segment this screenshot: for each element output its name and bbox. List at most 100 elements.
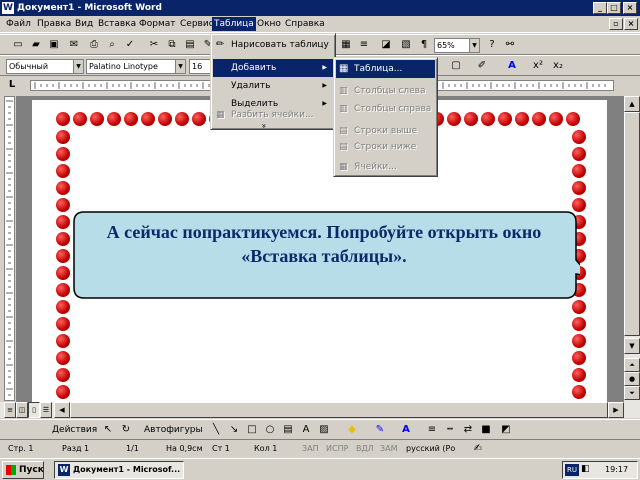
textbox-icon[interactable]: ▤	[280, 422, 296, 438]
outline-view-icon[interactable]: ☰	[40, 402, 52, 418]
arrow-icon[interactable]: ↘	[226, 422, 242, 438]
next-page-icon[interactable]: ⏷	[624, 386, 640, 400]
doc-restore-button[interactable]: ▫	[609, 18, 623, 30]
menu-edit[interactable]: Правка	[37, 18, 71, 30]
email-icon[interactable]: ✉	[66, 37, 82, 53]
font-color-icon[interactable]: A	[504, 58, 520, 74]
status-trk[interactable]: ИСПР	[326, 443, 348, 455]
print-layout-icon[interactable]: ▯	[28, 402, 40, 418]
3d-icon[interactable]: ◩	[498, 422, 514, 438]
tab-selector-icon[interactable]: L	[4, 77, 20, 93]
line-icon[interactable]: ╲	[208, 422, 224, 438]
close-button[interactable]: ×	[623, 2, 637, 14]
draw-actions-menu[interactable]: Действия	[52, 425, 97, 435]
excel-table-icon[interactable]: ▦	[338, 37, 354, 53]
font-combo[interactable]: Palatino Linotype ▼	[86, 59, 186, 74]
scroll-up-icon[interactable]: ▲	[624, 96, 640, 112]
arrow-style-icon[interactable]: ⇄	[460, 422, 476, 438]
menu-file[interactable]: Файл	[6, 18, 31, 30]
menu-view[interactable]: Вид	[75, 18, 93, 30]
spelling-status-icon[interactable]: ✍	[470, 441, 486, 457]
submenu-item-cols-right[interactable]: ▥ Столбцы справа	[336, 100, 435, 118]
highlight-icon[interactable]: ✐	[474, 58, 490, 74]
taskbar-word-button[interactable]: W Документ1 - Microsof...	[54, 461, 184, 479]
rectangle-icon[interactable]: □	[244, 422, 260, 438]
document-map-icon[interactable]: ▧	[398, 37, 414, 53]
cols-right-label: Столбцы справа	[354, 104, 432, 114]
shadow-icon[interactable]: ■	[478, 422, 494, 438]
submenu-item-cols-left[interactable]: ▥ Столбцы слева	[336, 82, 435, 100]
wordart-icon[interactable]: A	[298, 422, 314, 438]
horizontal-scroll-thumb[interactable]	[70, 402, 608, 418]
submenu-item-cells[interactable]: ▦ Ячейки...	[336, 158, 435, 176]
expand-menu-chevron-icon[interactable]: »	[259, 124, 268, 129]
print-preview-icon[interactable]: ⌕	[104, 37, 120, 53]
menu-window[interactable]: Окно	[257, 18, 281, 30]
scroll-thumb[interactable]	[624, 112, 640, 336]
minimize-button[interactable]: _	[593, 2, 607, 14]
font-color-draw-icon[interactable]: A	[398, 422, 414, 438]
free-rotate-icon[interactable]: ↻	[118, 422, 134, 438]
copy-icon[interactable]: ⧉	[164, 37, 180, 53]
document-page[interactable]: А сейчас попрактикуемся. Попробуйте откр…	[32, 100, 607, 402]
spelling-icon[interactable]: ✓	[122, 37, 138, 53]
word-app-icon[interactable]: W	[2, 2, 14, 14]
superscript-icon[interactable]: x²	[530, 58, 546, 74]
delete-label: Удалить	[231, 81, 271, 91]
start-button[interactable]: Пуск	[2, 461, 44, 479]
menu-item-delete[interactable]: Удалить ▶	[213, 77, 333, 95]
drawing-icon[interactable]: ◪	[378, 37, 394, 53]
vertical-scrollbar[interactable]: ▲ ▼ ⏶ ● ⏷	[624, 96, 640, 402]
help-icon[interactable]: ?	[484, 37, 500, 53]
doc-close-button[interactable]: ×	[624, 18, 638, 30]
borders-icon[interactable]: ▢	[448, 58, 464, 74]
line-color-icon[interactable]: ✎	[372, 422, 388, 438]
menu-insert[interactable]: Вставка	[98, 18, 136, 30]
print-icon[interactable]: ⎙	[86, 37, 102, 53]
maximize-button[interactable]: □	[607, 2, 621, 14]
columns-icon[interactable]: ≡	[356, 37, 372, 53]
menu-table[interactable]: Таблица	[212, 17, 256, 31]
line-style-icon[interactable]: ≡	[424, 422, 440, 438]
menu-tools[interactable]: Сервис	[180, 18, 214, 30]
menu-item-add[interactable]: Добавить ▶	[213, 59, 333, 77]
submenu-item-rows-below[interactable]: ▤ Строки ниже	[336, 138, 435, 156]
select-objects-icon[interactable]: ↖	[100, 422, 116, 438]
pencil-icon: ✏	[216, 39, 225, 50]
submenu-item-table[interactable]: ▦ Таблица...	[336, 60, 435, 78]
rows-below-label: Строки ниже	[354, 142, 417, 152]
subscript-icon[interactable]: x₂	[550, 58, 566, 74]
fill-color-icon[interactable]: ◆	[344, 422, 360, 438]
autoshapes-menu[interactable]: Автофигуры	[144, 425, 203, 435]
cut-icon[interactable]: ✂	[146, 37, 162, 53]
dash-style-icon[interactable]: ┅	[442, 422, 458, 438]
status-rec[interactable]: ЗАП	[302, 443, 319, 455]
paste-icon[interactable]: ▤	[182, 37, 198, 53]
zoom-combo[interactable]: 65% ▼	[434, 38, 480, 53]
style-combo[interactable]: Обычный ▼	[6, 59, 84, 74]
normal-view-icon[interactable]: ≡	[4, 402, 16, 418]
scroll-right-icon[interactable]: ▶	[608, 402, 624, 418]
clipart-icon[interactable]: ▨	[316, 422, 332, 438]
vertical-ruler[interactable]	[4, 96, 15, 401]
scroll-left-icon[interactable]: ◀	[54, 402, 70, 418]
oval-icon[interactable]: ○	[262, 422, 278, 438]
scroll-down-icon[interactable]: ▼	[624, 338, 640, 354]
menu-item-split-cells[interactable]: ▦ Разбить ячейки...	[213, 106, 333, 124]
status-ext[interactable]: ВДЛ	[356, 443, 374, 455]
browse-object-icon[interactable]: ●	[624, 372, 640, 386]
status-ovr[interactable]: ЗАМ	[380, 443, 398, 455]
menu-help[interactable]: Справка	[285, 18, 325, 30]
status-at: На 0,9см	[166, 444, 203, 453]
menu-item-draw-table[interactable]: ✏ Нарисовать таблицу	[213, 36, 333, 54]
show-formatting-icon[interactable]: ¶	[416, 37, 432, 53]
binoculars-icon[interactable]: ⚯	[502, 37, 518, 53]
menu-format[interactable]: Формат	[139, 18, 176, 30]
tray-app-icon[interactable]: ◧	[581, 464, 590, 474]
new-document-icon[interactable]: ▭	[10, 37, 26, 53]
save-icon[interactable]: ▣	[46, 37, 62, 53]
language-indicator[interactable]: RU	[565, 464, 579, 476]
web-view-icon[interactable]: ◫	[16, 402, 28, 418]
prev-page-icon[interactable]: ⏶	[624, 358, 640, 372]
open-folder-icon[interactable]: ▰	[28, 37, 44, 53]
